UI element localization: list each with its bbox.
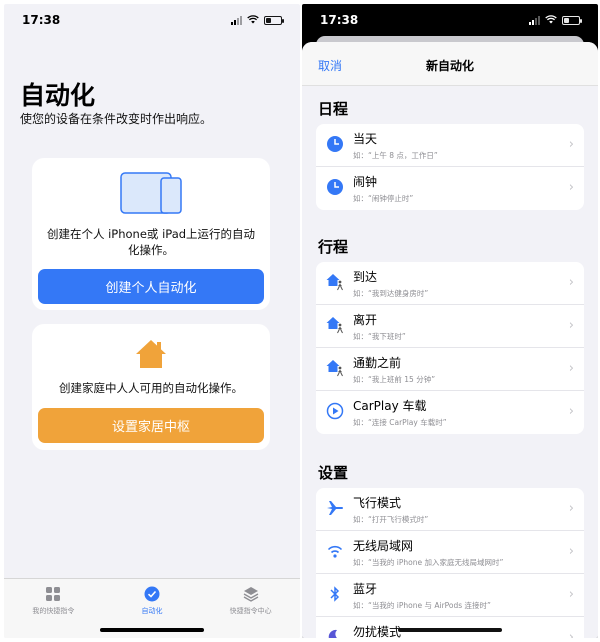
schedule-group: 当天 如：“上午 8 点，工作日” › 闹钟 如：“闹钟停止时” › xyxy=(316,124,584,210)
ipad-iphone-icon xyxy=(120,172,182,214)
option-title: 到达 xyxy=(353,270,378,284)
house-icon xyxy=(136,340,166,368)
option-title: 离开 xyxy=(353,313,378,327)
airplane-icon xyxy=(327,501,343,515)
status-time: 17:38 xyxy=(22,13,61,27)
chevron-right-icon: › xyxy=(568,361,574,376)
personal-card-description: 创建在个人 iPhone或 iPad上运行的自动化操作。 xyxy=(46,227,256,257)
chevron-right-icon: › xyxy=(568,404,574,419)
option-title: 无线局域网 xyxy=(353,539,414,553)
tab-label: 我的快捷指令 xyxy=(32,607,75,615)
tab-label: 快捷指令中心 xyxy=(229,607,272,615)
option-description: 如：“闹钟停止时” xyxy=(353,194,414,203)
wifi-status-icon xyxy=(545,14,557,27)
option-title: 通勤之前 xyxy=(353,356,402,370)
option-description: 如：“上午 8 点，工作日” xyxy=(353,151,438,160)
option-leave[interactable]: 离开 如：“我下班时” › xyxy=(316,305,584,348)
chevron-right-icon: › xyxy=(568,180,574,195)
option-title: 飞行模式 xyxy=(353,496,402,510)
battery-icon xyxy=(264,15,284,25)
option-description: 如：“我到达健身房时” xyxy=(353,289,429,298)
battery-icon xyxy=(562,15,582,25)
option-description: 如：“我下班时” xyxy=(353,332,406,341)
cellular-signal-icon xyxy=(231,15,242,25)
home-indicator[interactable] xyxy=(398,628,502,632)
section-title-settings: 设置 xyxy=(318,464,349,482)
home-card-description: 创建家庭中人人可用的自动化操作。 xyxy=(59,381,243,395)
option-bluetooth[interactable]: 蓝牙 如：“当我的 iPhone 与 AirPods 连接时” › xyxy=(316,574,584,617)
arrive-icon xyxy=(326,274,343,291)
layers-icon xyxy=(243,587,259,602)
nav-bar: 取消 新自动化 xyxy=(302,42,598,86)
option-before-commute[interactable]: 通勤之前 如：“我上班前 15 分钟” › xyxy=(316,348,584,391)
tab-my-shortcuts[interactable]: 我的快捷指令 xyxy=(4,579,103,638)
tab-label: 自动化 xyxy=(141,607,163,615)
personal-automation-card: 创建在个人 iPhone或 iPad上运行的自动化操作。 创建个人自动化 xyxy=(32,158,270,310)
chevron-right-icon: › xyxy=(568,544,574,559)
chevron-right-icon: › xyxy=(568,587,574,602)
option-description: 如：“当我的 iPhone 加入家庭无线局域网时” xyxy=(353,558,504,567)
page-title: 自动化 xyxy=(20,81,96,110)
status-bar: 17:38 xyxy=(302,4,598,36)
section-title-travel: 行程 xyxy=(318,238,349,256)
checkmark-circle-icon xyxy=(144,586,160,602)
travel-group: 到达 如：“我到达健身房时” › 离开 如：“我下班时” › 通勤之前 如：“我… xyxy=(316,262,584,434)
cellular-signal-icon xyxy=(529,15,540,25)
option-alarm[interactable]: 闹钟 如：“闹钟停止时” › xyxy=(316,167,584,210)
settings-group: 飞行模式 如：“打开飞行模式时” › 无线局域网 如：“当我的 iPhone 加… xyxy=(316,488,584,638)
option-time-of-day[interactable]: 当天 如：“上午 8 点，工作日” › xyxy=(316,124,584,167)
tab-gallery[interactable]: 快捷指令中心 xyxy=(201,579,300,638)
option-description: 如：“当我的 iPhone 与 AirPods 连接时” xyxy=(353,601,491,610)
section-title-schedule: 日程 xyxy=(318,100,349,118)
create-personal-automation-button[interactable]: 创建个人自动化 xyxy=(38,269,264,304)
grid-icon xyxy=(46,587,61,601)
chevron-right-icon: › xyxy=(568,275,574,290)
status-time: 17:38 xyxy=(320,13,359,27)
chevron-right-icon: › xyxy=(568,318,574,333)
wifi-status-icon xyxy=(247,14,259,27)
new-automation-screen: 17:38 取消 新自动化 日程 当天 如：“上午 8 点，工作日” › 闹钟 … xyxy=(302,4,598,638)
clock-icon xyxy=(327,136,343,152)
option-airplane-mode[interactable]: 飞行模式 如：“打开飞行模式时” › xyxy=(316,488,584,531)
chevron-right-icon: › xyxy=(568,501,574,516)
set-up-home-hub-button[interactable]: 设置家居中枢 xyxy=(38,408,264,443)
bluetooth-icon xyxy=(330,586,340,602)
option-title: 蓝牙 xyxy=(353,582,378,596)
leave-icon xyxy=(326,317,343,334)
option-carplay[interactable]: CarPlay 车载 如：“连接 CarPlay 车载时” › xyxy=(316,391,584,434)
new-automation-sheet: 取消 新自动化 日程 当天 如：“上午 8 点，工作日” › 闹钟 如：“闹钟停… xyxy=(302,42,598,638)
carplay-icon xyxy=(326,402,344,420)
option-wifi[interactable]: 无线局域网 如：“当我的 iPhone 加入家庭无线局域网时” › xyxy=(316,531,584,574)
option-description: 如：“我上班前 15 分钟” xyxy=(353,375,436,384)
option-title: CarPlay 车载 xyxy=(353,399,427,413)
option-title: 当天 xyxy=(353,132,378,146)
automation-screen: 17:38 自动化 使您的设备在条件改变时作出响应。 创建在个人 iPhone或… xyxy=(4,4,300,638)
home-indicator[interactable] xyxy=(100,628,204,632)
nav-title: 新自动化 xyxy=(425,59,474,73)
option-title: 闹钟 xyxy=(353,175,378,189)
option-description: 如：“打开飞行模式时” xyxy=(353,515,429,524)
option-arrive[interactable]: 到达 如：“我到达健身房时” › xyxy=(316,262,584,305)
moon-icon xyxy=(328,629,337,638)
option-description: 如：“连接 CarPlay 车载时” xyxy=(353,418,447,427)
chevron-right-icon: › xyxy=(568,630,574,638)
status-bar: 17:38 xyxy=(4,4,300,36)
home-automation-card: 创建家庭中人人可用的自动化操作。 设置家居中枢 xyxy=(32,324,270,450)
option-title: 勿扰模式 xyxy=(353,625,402,638)
clock-icon xyxy=(327,179,343,195)
wifi-icon xyxy=(327,545,343,558)
page-subtitle: 使您的设备在条件改变时作出响应。 xyxy=(20,112,213,126)
commute-icon xyxy=(326,360,343,377)
chevron-right-icon: › xyxy=(568,137,574,152)
